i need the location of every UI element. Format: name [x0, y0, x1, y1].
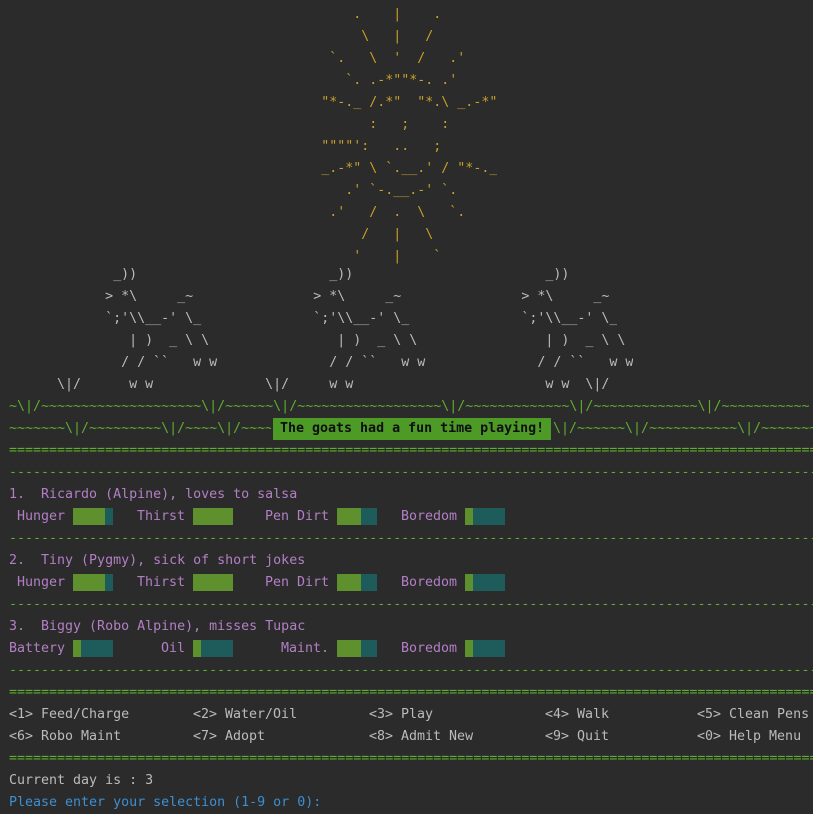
stat-bar — [193, 640, 233, 657]
stat-bar — [337, 508, 377, 525]
goat-art-line: _)) _)) _)) — [9, 267, 570, 282]
stat-label: Boredom — [401, 575, 458, 590]
separator: ========================================… — [9, 443, 813, 458]
stat-bar-fill — [73, 508, 105, 525]
sun-art-line: . | . — [9, 7, 442, 22]
stat-bar-fill — [465, 640, 473, 657]
stat-bar — [73, 574, 113, 591]
goat-stats-row: Hunger Thirst Pen Dirt Boredom — [0, 506, 813, 528]
stat-label: Oil — [161, 641, 186, 656]
separator: ----------------------------------------… — [9, 597, 813, 612]
stat-bar — [73, 508, 113, 525]
separator: ----------------------------------------… — [9, 663, 813, 678]
stat-bar — [73, 640, 113, 657]
sun-art-line: "*-._ /.*" "*.\ _.-*" — [9, 95, 498, 110]
separator: ========================================… — [9, 751, 813, 766]
goat-art-line: > *\ _~ > *\ _~ > *\ _~ — [9, 289, 610, 304]
terminal-window: . | . \ | / `. \ ' / .' `. .-*""*-. .' "… — [0, 0, 813, 813]
sun-art-line: \ | / — [9, 29, 434, 44]
stat-bar — [193, 508, 233, 525]
grass-line: ~\|/~~~~~~~~~~~~~~~~~~~~\|/~~~~~~\|/~~~~… — [9, 399, 810, 414]
menu-item-robo-maint[interactable]: <6> Robo Maint — [9, 726, 121, 748]
menu-item-admit-new[interactable]: <8> Admit New — [369, 726, 473, 748]
stat-label: Hunger — [17, 509, 66, 524]
stat-bar-fill — [193, 640, 201, 657]
stat-bar-fill — [193, 508, 233, 525]
goat-art-line: | ) _ \ \ | ) _ \ \ | ) _ \ \ — [9, 333, 626, 348]
current-day-status: Current day is : 3 — [9, 773, 154, 788]
separator: ========================================… — [9, 685, 813, 700]
stat-bar-fill — [337, 574, 361, 591]
sun-art-line: / | \ — [9, 227, 434, 242]
goat-title: 1. Ricardo (Alpine), loves to salsa — [9, 487, 298, 502]
sun-art-line: .' `-.__.-' `. — [9, 183, 458, 198]
goat-title: 2. Tiny (Pygmy), sick of short jokes — [9, 553, 306, 568]
stat-bar — [465, 574, 505, 591]
stat-bar-fill — [465, 508, 473, 525]
stat-label: Boredom — [401, 641, 458, 656]
goat-art-line: / / `` w w / / `` w w / / `` w w — [9, 355, 634, 370]
sun-art-line: : ; : — [9, 117, 450, 132]
goat-stats-row: Battery Oil Maint. Boredom — [0, 638, 813, 660]
sun-art-line: `. \ ' / .' — [9, 51, 466, 66]
stat-bar — [337, 574, 377, 591]
stat-bar-fill — [337, 640, 361, 657]
menu-item-adopt[interactable]: <7> Adopt — [193, 726, 265, 748]
stat-label: Hunger — [17, 575, 66, 590]
stat-label: Thirst — [137, 509, 186, 524]
goat-art-line: \|/ w w \|/ w w w w \|/ — [9, 377, 610, 392]
stat-bar — [465, 508, 505, 525]
stat-bar-fill — [73, 574, 105, 591]
sun-art-line: `. .-*""*-. .' — [9, 73, 458, 88]
menu-item-help-menu[interactable]: <0> Help Menu — [697, 726, 801, 748]
event-message: The goats had a fun time playing! — [273, 418, 552, 440]
menu-item-clean-pens[interactable]: <5> Clean Pens — [697, 704, 809, 726]
stat-bar-fill — [193, 574, 233, 591]
stat-bar — [465, 640, 505, 657]
menu-item-feed-charge[interactable]: <1> Feed/Charge — [9, 704, 129, 726]
grass-line: \|/~~~~~~\|/~~~~~~~~~~~\|/~~~~~~~~~~ — [553, 421, 813, 436]
sun-art-line: """"': .. ; — [9, 139, 442, 154]
stat-bar-fill — [73, 640, 81, 657]
separator: ----------------------------------------… — [9, 531, 813, 546]
menu-item-water-oil[interactable]: <2> Water/Oil — [193, 704, 297, 726]
menu-item-quit[interactable]: <9> Quit — [545, 726, 609, 748]
stat-label: Pen Dirt — [265, 509, 330, 524]
stat-label: Thirst — [137, 575, 186, 590]
menu-item-play[interactable]: <3> Play — [369, 704, 433, 726]
grass-line: ~~~~~~~\|/~~~~~~~~~\|/~~~~\|/~~~~~ — [9, 421, 271, 436]
goat-title: 3. Biggy (Robo Alpine), misses Tupac — [9, 619, 306, 634]
selection-prompt[interactable]: Please enter your selection (1-9 or 0): — [9, 792, 321, 814]
menu-item-walk[interactable]: <4> Walk — [545, 704, 609, 726]
goat-stats-row: Hunger Thirst Pen Dirt Boredom — [0, 572, 813, 594]
stat-bar-fill — [337, 508, 361, 525]
stat-label: Battery — [9, 641, 66, 656]
stat-bar — [337, 640, 377, 657]
sun-art-line: _.-*" \ `.__.' / "*-._ — [9, 161, 498, 176]
stat-label: Maint. — [281, 641, 330, 656]
stat-label: Pen Dirt — [265, 575, 330, 590]
goat-art-line: `;'\\__-' \_ `;'\\__-' \_ `;'\\__-' \_ — [9, 311, 618, 326]
stat-bar — [193, 574, 233, 591]
sun-art-line: .' / . \ `. — [9, 205, 466, 220]
stat-bar-fill — [465, 574, 473, 591]
separator: ----------------------------------------… — [9, 465, 813, 480]
stat-label: Boredom — [401, 509, 458, 524]
